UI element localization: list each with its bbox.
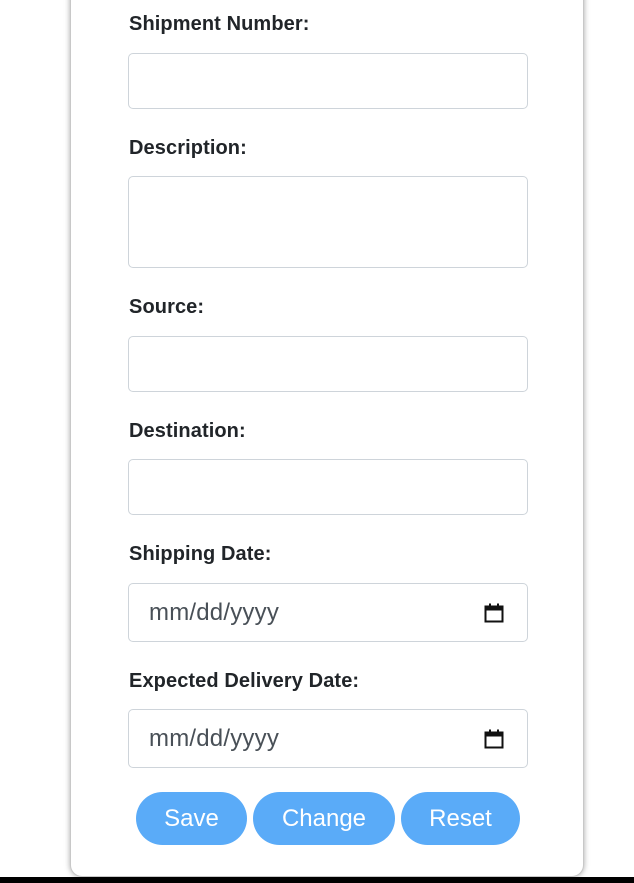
save-button[interactable]: Save xyxy=(136,792,247,845)
description-textarea[interactable] xyxy=(128,176,528,268)
shipment-number-input[interactable] xyxy=(128,53,528,109)
calendar-icon[interactable] xyxy=(483,602,505,624)
destination-label: Destination: xyxy=(129,420,246,442)
shipping-date-label: Shipping Date: xyxy=(129,543,272,565)
change-button[interactable]: Change xyxy=(253,792,395,845)
description-label: Description: xyxy=(129,137,247,159)
shipping-date-placeholder: mm/dd/yyyy xyxy=(149,598,280,626)
reset-button[interactable]: Reset xyxy=(401,792,520,845)
bottom-bar xyxy=(0,877,634,883)
source-input[interactable] xyxy=(128,336,528,392)
destination-input[interactable] xyxy=(128,459,528,515)
expected-delivery-date-placeholder: mm/dd/yyyy xyxy=(149,724,280,752)
shipping-date-input[interactable]: mm/dd/yyyy xyxy=(128,583,528,642)
calendar-icon[interactable] xyxy=(483,728,505,750)
shipment-number-label: Shipment Number: xyxy=(129,13,310,35)
expected-delivery-date-input[interactable]: mm/dd/yyyy xyxy=(128,709,528,768)
source-label: Source: xyxy=(129,296,205,318)
expected-delivery-date-label: Expected Delivery Date: xyxy=(129,670,360,692)
